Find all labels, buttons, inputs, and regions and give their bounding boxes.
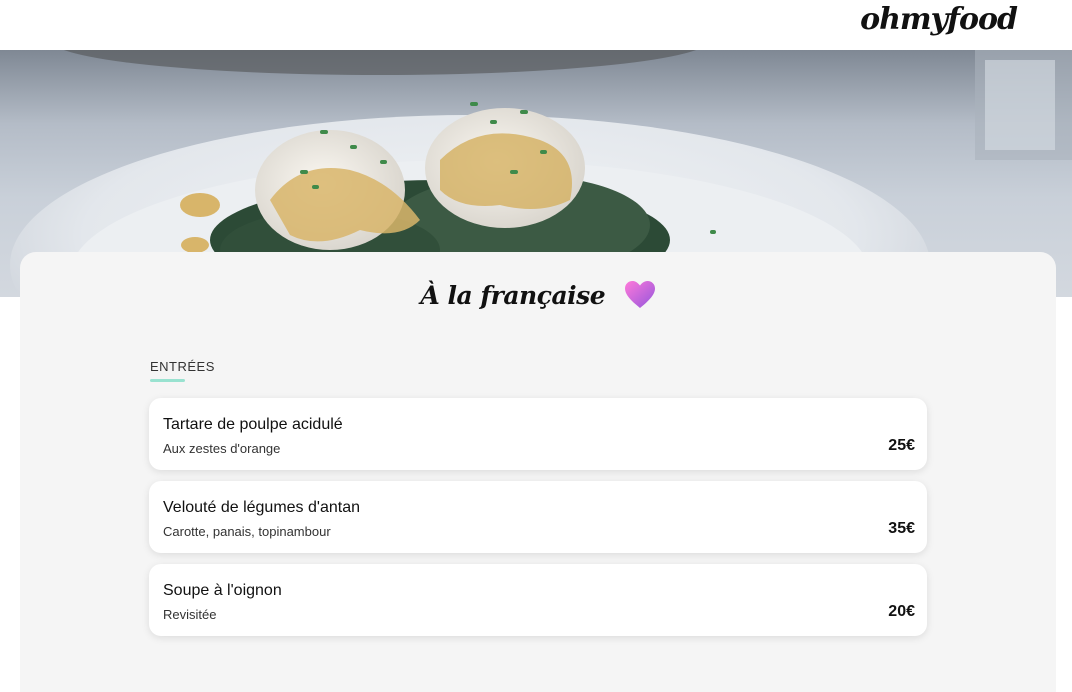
menu-item-name: Velouté de légumes d'antan xyxy=(163,499,360,516)
section-underline xyxy=(150,379,185,382)
menu-list: Tartare de poulpe acidulé Aux zestes d'o… xyxy=(149,398,927,647)
menu-item-price: 35€ xyxy=(888,520,915,537)
header: ohmyfood xyxy=(0,0,1072,50)
section-label: ENTRÉES xyxy=(150,359,215,374)
menu-item[interactable]: Tartare de poulpe acidulé Aux zestes d'o… xyxy=(149,398,927,470)
menu-item-price: 20€ xyxy=(888,603,915,620)
menu-item[interactable]: Velouté de légumes d'antan Carotte, pana… xyxy=(149,481,927,553)
heart-icon[interactable] xyxy=(624,280,656,310)
menu-item-price: 25€ xyxy=(888,437,915,454)
page-title: À la française xyxy=(420,280,606,310)
menu-card: À la française ENTRÉES Tartare de poulpe… xyxy=(20,252,1056,692)
menu-item-description: Aux zestes d'orange xyxy=(163,441,281,456)
menu-item[interactable]: Soupe à l'oignon Revisitée 20€ xyxy=(149,564,927,636)
menu-item-name: Tartare de poulpe acidulé xyxy=(163,416,343,433)
menu-item-name: Soupe à l'oignon xyxy=(163,582,282,599)
menu-item-description: Revisitée xyxy=(163,607,217,622)
logo[interactable]: ohmyfood xyxy=(860,2,1018,37)
title-row: À la française xyxy=(20,280,1056,320)
menu-item-description: Carotte, panais, topinambour xyxy=(163,524,331,539)
